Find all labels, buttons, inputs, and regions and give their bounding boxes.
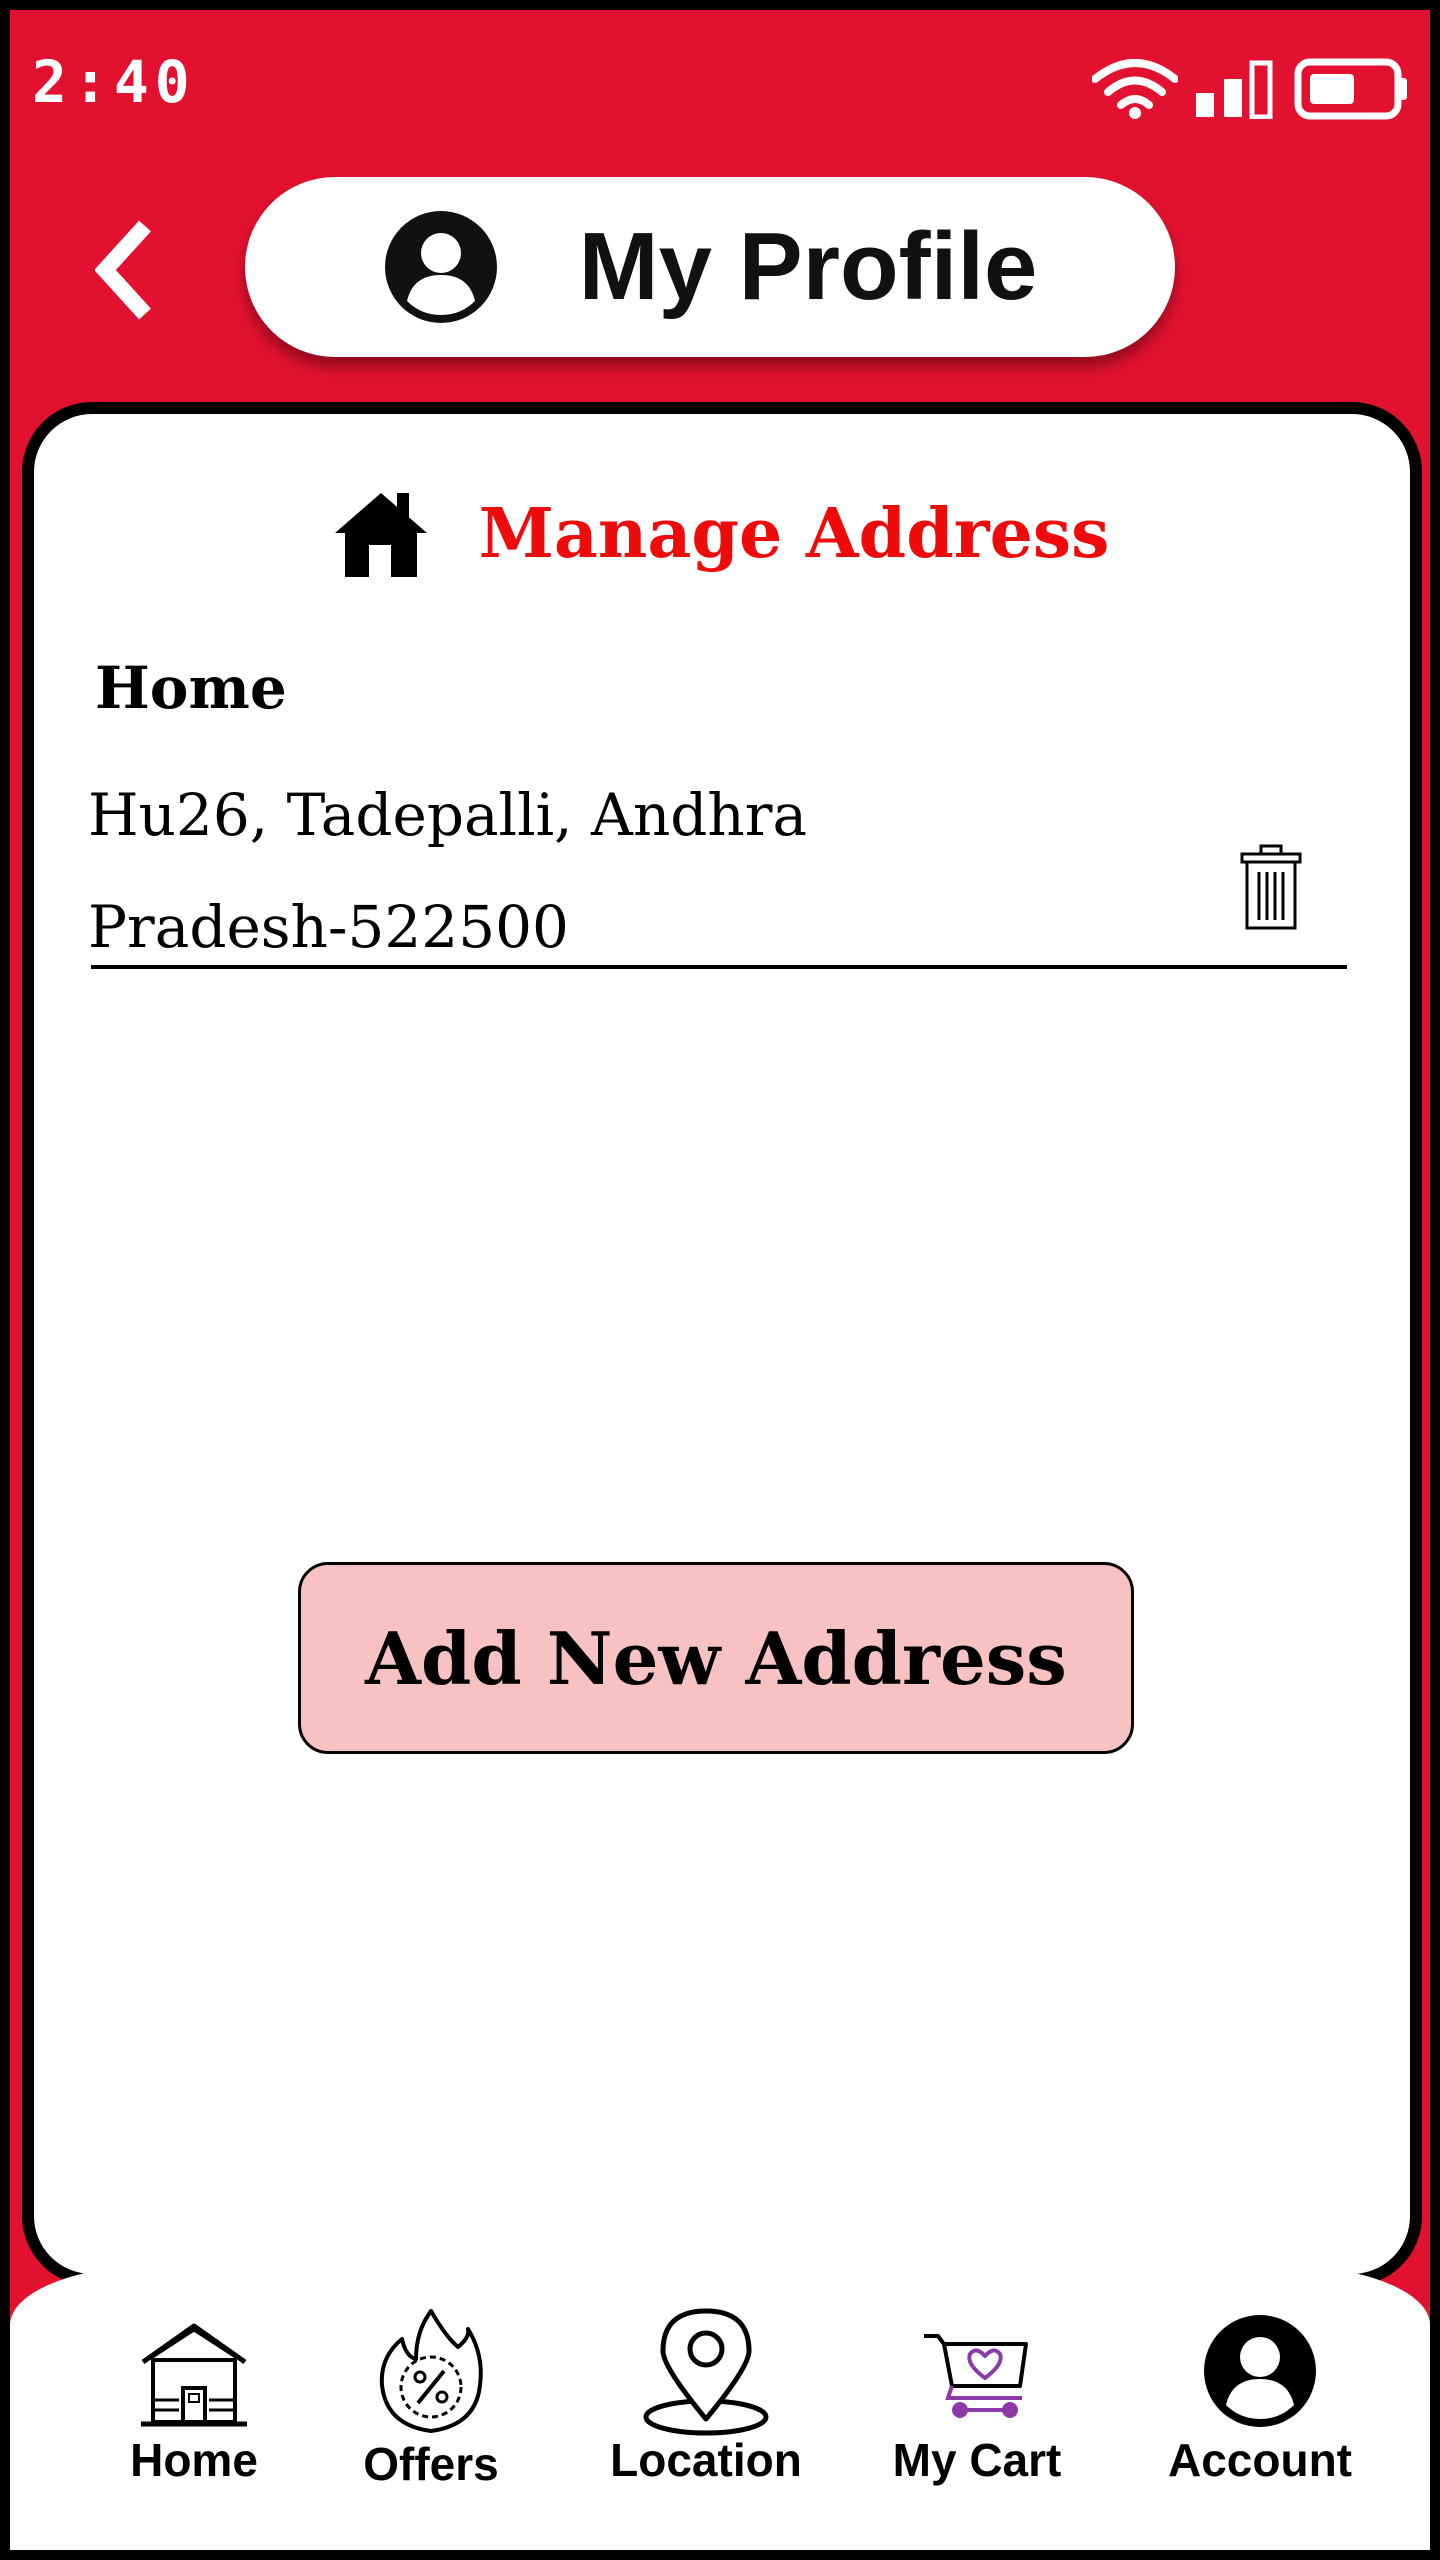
profile-icon (384, 211, 497, 323)
address-line: Hu26, Tadepalli, Andhra (88, 781, 808, 849)
add-new-address-button[interactable]: Add New Address (298, 1562, 1134, 1754)
nav-item-my-cart[interactable]: My Cart (872, 2265, 1082, 2550)
bottom-nav: Home Offers Location My Cart Account (10, 2265, 1430, 2550)
house-icon (334, 493, 427, 577)
nav-item-offers[interactable]: Offers (346, 2265, 516, 2550)
address-label: Home (95, 654, 287, 722)
wifi-icon (1092, 59, 1178, 119)
nav-label: Location (610, 2434, 802, 2486)
nav-label: Account (1168, 2434, 1352, 2486)
app-screen: 2:40 My Profile Manage Address Home Hu26… (10, 10, 1430, 2550)
nav-item-home[interactable]: Home (110, 2265, 278, 2550)
back-button[interactable] (80, 215, 170, 325)
section-title: Manage Address (478, 494, 1110, 574)
cart-heart-icon (924, 2334, 1028, 2418)
offer-percent-icon (379, 2309, 483, 2433)
section-header: Manage Address (34, 489, 1410, 579)
address-text: Hu26, Tadepalli, Andhra Pradesh-522500 (88, 759, 988, 983)
battery-icon (1294, 58, 1407, 120)
location-pin-icon (643, 2308, 769, 2436)
delete-address-button[interactable] (1239, 844, 1303, 937)
nav-label: Home (130, 2434, 258, 2486)
nav-label: My Cart (892, 2434, 1062, 2486)
house-icon (141, 2323, 247, 2427)
signal-icon (1196, 60, 1273, 119)
page-title: My Profile (578, 213, 1038, 320)
nav-item-account[interactable]: Account (1150, 2265, 1370, 2550)
account-icon (1204, 2315, 1316, 2427)
address-divider (91, 965, 1347, 969)
nav-label: Offers (363, 2438, 499, 2490)
nav-item-location[interactable]: Location (596, 2265, 816, 2550)
trash-icon (1240, 844, 1302, 930)
status-time: 2:40 (32, 48, 196, 116)
address-card: Manage Address Home Hu26, Tadepalli, And… (22, 402, 1422, 2286)
page-title-pill: My Profile (245, 177, 1175, 357)
status-icons (1092, 58, 1410, 120)
chevron-left-icon (95, 220, 151, 320)
